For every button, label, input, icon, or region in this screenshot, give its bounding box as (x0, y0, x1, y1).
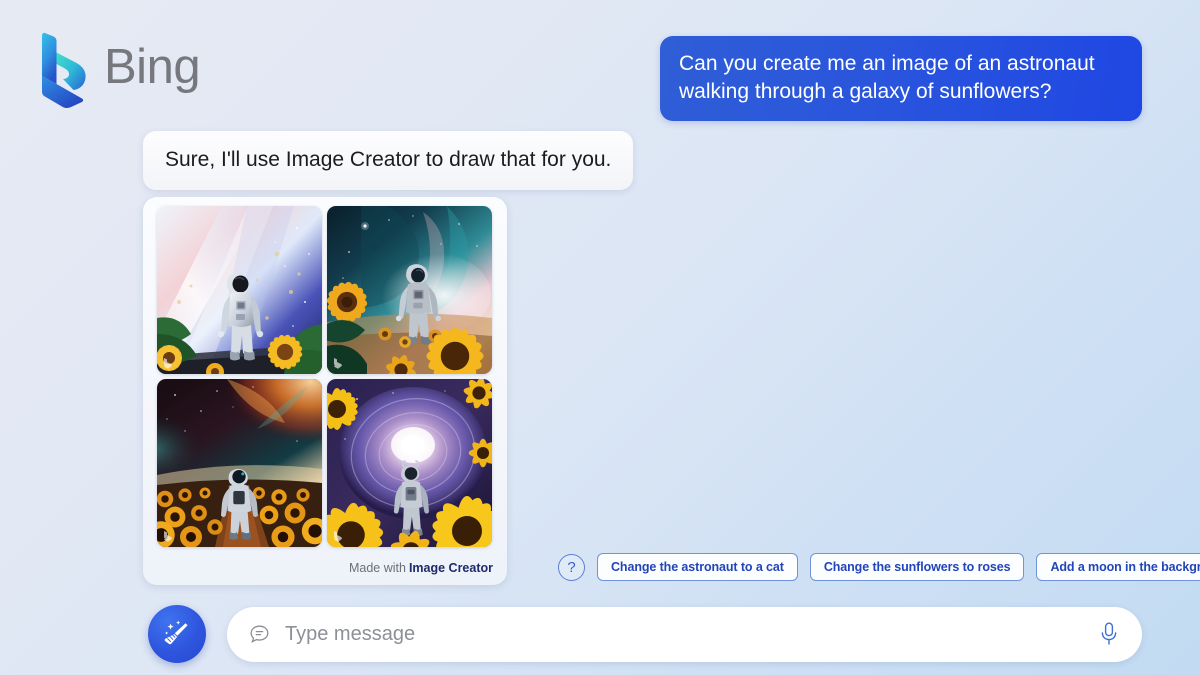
generated-image-1-art (157, 206, 322, 374)
chat-bubble-icon (250, 625, 269, 643)
image-results-card: Made with Image Creator (143, 197, 507, 585)
generated-image-4[interactable] (327, 379, 492, 547)
suggestion-chip-1[interactable]: Change the astronaut to a cat (597, 553, 798, 581)
image-watermark-icon (164, 531, 172, 542)
bing-b-logo-icon (42, 32, 86, 108)
microphone-button[interactable] (1098, 621, 1120, 647)
bing-brand[interactable]: Bing (34, 32, 201, 108)
suggestion-chip-2[interactable]: Change the sunflowers to roses (809, 553, 1025, 581)
image-watermark-icon (164, 358, 172, 369)
user-message-bubble: Can you create me an image of an astrona… (660, 36, 1142, 122)
message-input[interactable] (285, 622, 1084, 646)
magic-broom-button[interactable] (148, 605, 206, 663)
message-composer (148, 604, 1142, 664)
generated-image-4-art (327, 379, 492, 547)
image-watermark-icon (334, 358, 342, 369)
generated-image-3[interactable] (157, 379, 322, 547)
message-input-container[interactable] (227, 606, 1142, 662)
generated-image-3-art (157, 379, 322, 547)
generated-image-2-art (327, 206, 492, 374)
image-watermark-icon (334, 531, 342, 542)
question-mark-icon[interactable]: ? (558, 553, 585, 581)
image-creator-link[interactable]: Image Creator (409, 561, 493, 575)
made-with-label: Made with (348, 560, 406, 575)
suggestion-chips: ? Change the astronaut to a cat Change t… (558, 553, 1200, 581)
magic-broom-icon (164, 620, 188, 645)
brand-wordmark: Bing (104, 40, 201, 94)
generated-image-1[interactable] (157, 206, 322, 374)
assistant-message-bubble: Sure, I'll use Image Creator to draw tha… (143, 131, 634, 191)
microphone-icon (1101, 622, 1117, 645)
image-card-footer: Made with Image Creator (157, 560, 497, 580)
image-grid (157, 206, 497, 547)
generated-image-2[interactable] (327, 206, 492, 374)
suggestion-chip-3[interactable]: Add a moon in the background (1036, 553, 1200, 581)
